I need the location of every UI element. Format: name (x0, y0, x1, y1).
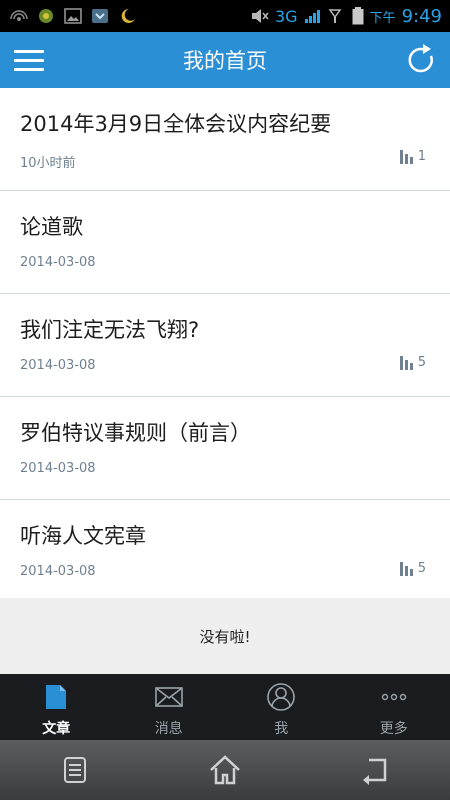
article-list: 2014年3月9日全体会议内容纪要 10小时前 1 论道歌 2014-03-08… (0, 88, 450, 603)
app-notification-icon (39, 9, 53, 23)
article-title: 罗伯特议事规则（前言） (20, 421, 251, 445)
article-date: 2014-03-08 (20, 461, 96, 476)
article-title: 我们注定无法飞翔? (20, 318, 200, 342)
time-ampm: 下午 (369, 10, 396, 26)
envelope-icon (154, 687, 183, 707)
menu-icon-bar (14, 59, 44, 62)
bar-chart-icon (399, 150, 413, 164)
bar-chart-icon (399, 562, 413, 576)
tab-label: 更多 (379, 721, 408, 737)
tab-label: 文章 (42, 721, 71, 737)
menu-icon-bar (14, 50, 44, 53)
image-icon (64, 8, 82, 24)
end-of-list-message: 没有啦! (0, 598, 450, 674)
tab-label: 消息 (154, 721, 183, 737)
article-item[interactable]: 论道歌 2014-03-08 (0, 191, 450, 294)
home-icon[interactable] (205, 750, 245, 790)
bottom-tab-bar: 文章 消息 我 更多 (0, 674, 450, 740)
moon-icon (121, 8, 135, 23)
article-item[interactable]: 听海人文宪章 2014-03-08 5 (0, 500, 450, 603)
app-header: 我的首页 (0, 32, 450, 88)
tab-messages[interactable]: 消息 (113, 674, 226, 740)
bar-chart-icon (399, 356, 413, 370)
menu-icon-bar (14, 68, 44, 71)
more-dots-icon (381, 693, 406, 701)
article-date: 10小时前 (20, 156, 76, 171)
refresh-icon[interactable] (404, 43, 438, 77)
article-title: 2014年3月9日全体会议内容纪要 (20, 112, 332, 136)
article-item[interactable]: 2014年3月9日全体会议内容纪要 10小时前 1 (0, 88, 450, 191)
signal-icon (304, 10, 320, 23)
article-date: 2014-03-08 (20, 255, 96, 270)
network-type: 3G (274, 6, 298, 26)
back-icon[interactable] (355, 750, 395, 790)
user-icon (267, 683, 296, 711)
read-count-value: 1 (417, 148, 426, 164)
battery-icon (352, 7, 364, 25)
article-date: 2014-03-08 (20, 564, 96, 579)
menu-button[interactable] (12, 45, 46, 75)
article-item[interactable]: 罗伯特议事规则（前言） 2014-03-08 (0, 397, 450, 500)
tab-articles[interactable]: 文章 (0, 674, 113, 740)
status-bar: 3G 下午 9:49 (0, 0, 450, 32)
mute-icon (251, 9, 269, 23)
read-count: 5 (399, 560, 426, 576)
wifi-hotspot-icon (10, 10, 28, 21)
read-count-value: 5 (417, 560, 426, 576)
article-date: 2014-03-08 (20, 358, 96, 373)
read-count: 5 (399, 354, 426, 370)
tab-label: 我 (274, 721, 289, 737)
article-title: 听海人文宪章 (20, 524, 146, 548)
article-title: 论道歌 (20, 215, 83, 239)
document-icon (46, 685, 67, 709)
clock: 9:49 (401, 5, 442, 27)
menu-key-icon[interactable] (55, 750, 95, 790)
system-nav-bar (0, 740, 450, 800)
download-icon (92, 9, 108, 23)
article-item[interactable]: 我们注定无法飞翔? 2014-03-08 5 (0, 294, 450, 397)
tab-more[interactable]: 更多 (338, 674, 450, 740)
read-count-value: 5 (417, 354, 426, 370)
signal-icon-2 (328, 9, 342, 23)
read-count: 1 (399, 148, 426, 164)
tab-me[interactable]: 我 (225, 674, 338, 740)
page-title: 我的首页 (183, 49, 267, 73)
